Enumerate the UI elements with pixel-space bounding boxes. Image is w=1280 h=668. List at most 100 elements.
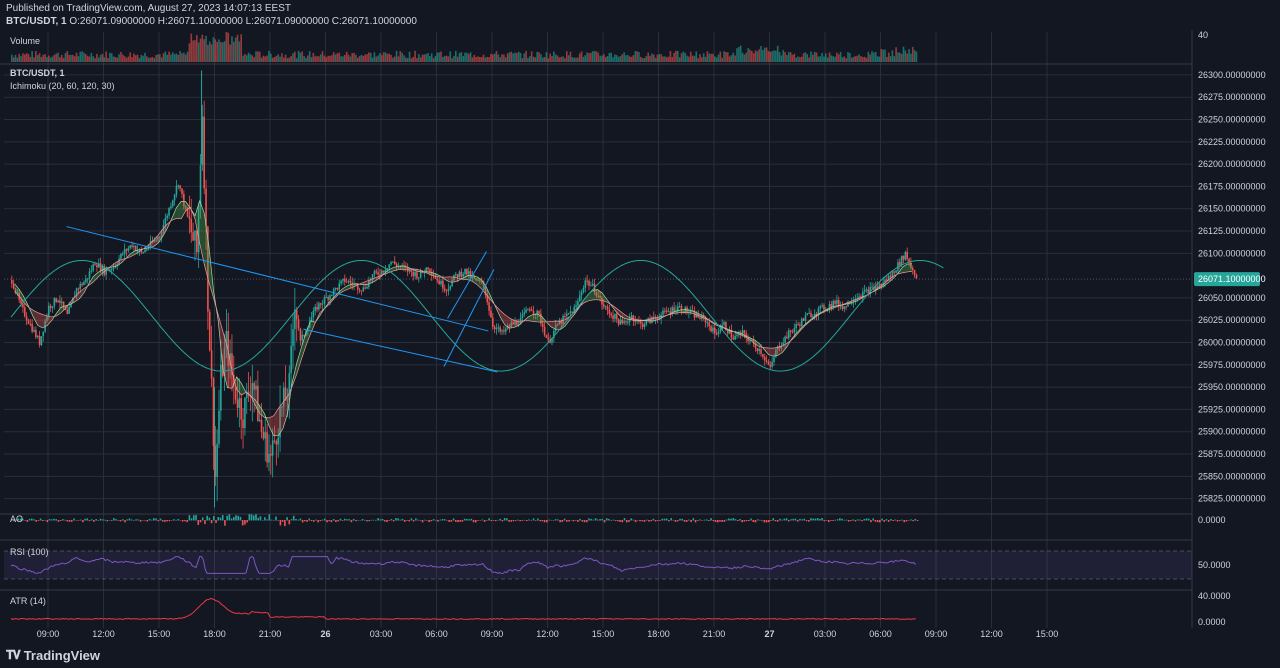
ao-bar bbox=[268, 514, 271, 521]
volume-bar bbox=[836, 52, 838, 62]
volume-bar bbox=[776, 45, 779, 62]
volume-bar bbox=[12, 57, 15, 62]
price-candle bbox=[765, 360, 768, 362]
volume-bar bbox=[536, 51, 538, 62]
price-candle bbox=[545, 335, 548, 338]
volume-bar bbox=[114, 56, 117, 62]
volume-tick-label: 40 bbox=[1198, 30, 1208, 40]
volume-bar bbox=[503, 54, 505, 62]
ao-bar bbox=[153, 518, 155, 521]
ao-bar bbox=[605, 518, 608, 521]
price-title: BTC/USDT, 1 bbox=[10, 68, 65, 78]
price-candle bbox=[244, 398, 246, 429]
ao-bar bbox=[865, 518, 868, 521]
price-tick-label: 25950.00000000 bbox=[1198, 382, 1266, 392]
volume-bar bbox=[16, 57, 19, 62]
price-candle bbox=[277, 437, 279, 445]
price-candle bbox=[621, 319, 624, 324]
ao-bar bbox=[643, 520, 646, 522]
volume-bar bbox=[55, 53, 57, 62]
ao-bar bbox=[559, 520, 561, 523]
volume-bar bbox=[103, 57, 106, 62]
ao-bar bbox=[446, 520, 448, 521]
chart-area[interactable]: 26300.00000000 26275.00000000 26250.000000… bbox=[0, 30, 1280, 642]
price-candle bbox=[891, 271, 894, 277]
price-candle bbox=[290, 345, 292, 374]
volume-bar bbox=[83, 52, 85, 62]
price-candle bbox=[841, 305, 844, 309]
volume-bar bbox=[584, 55, 587, 62]
volume-bar bbox=[425, 54, 427, 62]
ao-bar bbox=[590, 518, 593, 521]
volume-bar bbox=[780, 55, 783, 62]
price-candle bbox=[665, 310, 668, 312]
volume-bar bbox=[599, 55, 601, 62]
volume-bar bbox=[636, 51, 638, 62]
price-candle bbox=[541, 323, 544, 327]
ao-bar bbox=[821, 518, 823, 521]
price-candle bbox=[800, 318, 803, 327]
ao-bar bbox=[910, 519, 912, 521]
volume-bar bbox=[695, 51, 698, 62]
price-candle bbox=[547, 337, 550, 340]
volume-bar bbox=[865, 57, 868, 62]
volume-bar bbox=[708, 53, 711, 62]
ao-bar bbox=[703, 519, 706, 521]
ao-bar bbox=[306, 520, 308, 522]
price-candle bbox=[612, 315, 614, 319]
volume-bar bbox=[697, 58, 699, 62]
volume-bar bbox=[155, 54, 157, 62]
price-candle bbox=[301, 334, 304, 341]
volume-bar bbox=[327, 55, 329, 62]
volume-bar bbox=[253, 57, 255, 62]
ao-bar bbox=[62, 519, 64, 521]
volume-bar bbox=[88, 56, 91, 62]
volume-bar bbox=[303, 55, 305, 62]
volume-bar bbox=[294, 51, 296, 62]
volume-bar bbox=[473, 54, 476, 62]
ao-bar bbox=[728, 518, 730, 521]
price-candle bbox=[142, 252, 144, 254]
brand[interactable]: 𝐓𝐕 TradingView bbox=[6, 648, 100, 663]
ao-bar bbox=[277, 520, 279, 521]
ao-bar bbox=[150, 519, 153, 521]
volume-bar bbox=[373, 52, 376, 62]
price-candle bbox=[35, 329, 37, 338]
volume-bar bbox=[236, 34, 239, 62]
price-candle bbox=[447, 288, 450, 291]
volume-bar bbox=[640, 56, 642, 62]
volume-bar bbox=[234, 37, 237, 62]
price-candle bbox=[133, 246, 135, 248]
ao-bar bbox=[106, 520, 109, 522]
price-candle bbox=[806, 313, 809, 316]
ao-bar bbox=[97, 520, 100, 521]
time-axis[interactable]: 09:00 12:00 15:00 18:00 21:00 26 03:00 06:00 09:… bbox=[37, 629, 1059, 639]
time-tick-label: 06:00 bbox=[425, 629, 448, 639]
ao-bar bbox=[155, 518, 157, 521]
volume-bar bbox=[763, 47, 766, 62]
volume-bar bbox=[741, 52, 744, 62]
time-tick-label: 12:00 bbox=[980, 629, 1003, 639]
volume-bar bbox=[504, 57, 507, 62]
price-candle bbox=[210, 350, 213, 379]
volume-bar bbox=[292, 53, 294, 62]
ao-bar bbox=[519, 520, 521, 522]
ao-bar bbox=[292, 515, 295, 521]
time-tick-label: 03:00 bbox=[370, 629, 393, 639]
price-candle bbox=[664, 310, 666, 312]
ao-bar bbox=[330, 520, 333, 523]
ao-bar bbox=[26, 520, 29, 522]
volume-bar bbox=[233, 41, 235, 62]
volume-bar bbox=[621, 54, 624, 62]
volume-bar bbox=[14, 54, 17, 62]
price-candle bbox=[734, 335, 736, 340]
price-panel[interactable] bbox=[4, 70, 1192, 508]
volume-bar bbox=[669, 51, 672, 62]
volume-bar bbox=[123, 56, 126, 62]
volume-bar bbox=[379, 53, 381, 62]
price-candle bbox=[27, 320, 30, 324]
price-axis[interactable]: 26300.00000000 26275.00000000 26250.000000… bbox=[1194, 30, 1266, 627]
ao-bar bbox=[768, 520, 770, 523]
ao-bar bbox=[315, 519, 317, 521]
price-candle bbox=[429, 269, 431, 273]
